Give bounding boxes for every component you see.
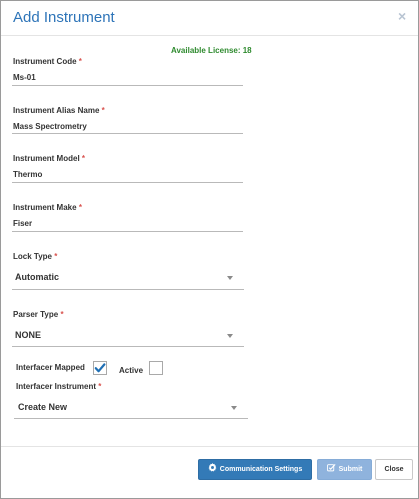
interfacer-mapped-label: Interfacer Mapped bbox=[16, 363, 85, 372]
interfacer-instrument-label: Interfacer Instrument * bbox=[16, 382, 101, 391]
submit-label: Submit bbox=[338, 466, 363, 473]
caret-down-icon[interactable] bbox=[227, 276, 233, 280]
gear-icon bbox=[208, 463, 217, 472]
close-icon[interactable]: × bbox=[398, 8, 406, 24]
instrument-model-label-text: Instrument Model bbox=[13, 154, 80, 163]
instrument-code-input[interactable]: Ms-01 bbox=[13, 73, 36, 82]
parser-type-label: Parser Type * bbox=[13, 310, 64, 319]
parser-type-select[interactable]: NONE bbox=[15, 330, 41, 340]
required-marker: * bbox=[81, 154, 86, 163]
instrument-make-underline bbox=[12, 231, 243, 232]
communication-settings-label: Communication Settings bbox=[219, 466, 303, 473]
instrument-code-label-text: Instrument Code bbox=[13, 57, 77, 66]
alias-name-label: Instrument Alias Name * bbox=[13, 106, 105, 115]
parser-type-label-text: Parser Type bbox=[13, 310, 59, 319]
communication-settings-button[interactable]: Communication Settings bbox=[198, 459, 312, 480]
close-button[interactable]: Close bbox=[375, 459, 413, 480]
alias-name-input[interactable]: Mass Spectrometry bbox=[13, 122, 87, 131]
required-marker: * bbox=[101, 106, 105, 115]
available-license-text: Available License: 18 bbox=[171, 46, 252, 55]
required-marker: * bbox=[78, 203, 82, 212]
lock-type-label: Lock Type * bbox=[13, 252, 57, 261]
instrument-code-label: Instrument Code * bbox=[13, 57, 82, 66]
required-marker: * bbox=[60, 310, 64, 319]
lock-type-label-text: Lock Type bbox=[13, 252, 52, 261]
dialog-title: Add Instrument bbox=[13, 9, 115, 26]
required-marker: * bbox=[98, 382, 102, 391]
instrument-code-underline bbox=[12, 85, 243, 86]
interfacer-instrument-select[interactable]: Create New bbox=[18, 402, 67, 412]
alias-name-label-text: Instrument Alias Name bbox=[13, 106, 100, 115]
interfacer-mapped-checkbox[interactable] bbox=[93, 361, 107, 375]
required-marker: * bbox=[78, 57, 82, 66]
interfacer-instrument-underline bbox=[14, 418, 248, 419]
lock-type-select[interactable]: Automatic bbox=[15, 272, 59, 282]
lock-type-underline bbox=[12, 289, 244, 290]
instrument-make-label-text: Instrument Make bbox=[13, 203, 77, 212]
caret-down-icon[interactable] bbox=[231, 406, 237, 410]
instrument-make-input[interactable]: Fiser bbox=[13, 219, 32, 228]
checkbox-edit-icon bbox=[326, 464, 336, 472]
alias-name-underline bbox=[12, 133, 243, 134]
caret-down-icon[interactable] bbox=[227, 334, 233, 338]
footer-divider bbox=[1, 446, 418, 447]
required-marker: * bbox=[54, 252, 58, 261]
close-label: Close bbox=[384, 466, 404, 473]
interfacer-instrument-label-text: Interfacer Instrument bbox=[16, 382, 97, 391]
active-label: Active bbox=[119, 366, 144, 375]
submit-button[interactable]: Submit bbox=[317, 459, 372, 480]
instrument-model-input[interactable]: Thermo bbox=[13, 170, 42, 179]
checkmark-icon bbox=[94, 363, 106, 373]
parser-type-underline bbox=[12, 346, 244, 347]
add-instrument-dialog: Add Instrument × Available License: 18 I… bbox=[0, 0, 419, 499]
active-checkbox[interactable] bbox=[149, 361, 163, 375]
instrument-make-label: Instrument Make * bbox=[13, 203, 82, 212]
header-divider bbox=[1, 35, 418, 36]
instrument-model-label: Instrument Model * bbox=[13, 154, 85, 163]
instrument-model-underline bbox=[12, 182, 243, 183]
dialog-header: Add Instrument × bbox=[1, 1, 418, 35]
